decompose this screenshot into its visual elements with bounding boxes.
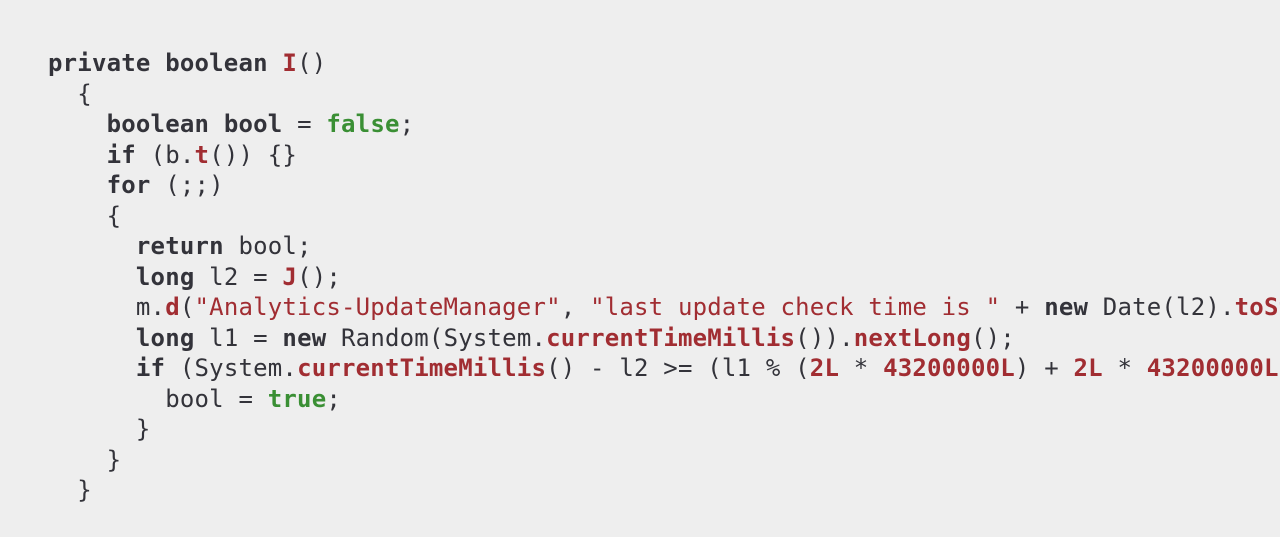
code-token: 43200000L — [883, 354, 1015, 382]
code-token: ()). — [795, 324, 854, 352]
code-token: boolean — [107, 110, 210, 138]
code-token: bool = — [48, 385, 268, 413]
code-token: + — [1000, 293, 1044, 321]
code-token: = — [282, 110, 326, 138]
code-token: { — [48, 80, 92, 108]
code-token: toStrin — [1235, 293, 1280, 321]
code-token: { — [48, 202, 121, 230]
code-token — [48, 354, 136, 382]
code-token: bool; — [224, 232, 312, 260]
code-token: ; — [400, 110, 415, 138]
code-token — [48, 324, 136, 352]
code-token: boolean — [165, 49, 268, 77]
code-token: return — [136, 232, 224, 260]
code-token: Date(l2). — [1088, 293, 1235, 321]
code-token — [48, 110, 107, 138]
code-token: false — [326, 110, 399, 138]
code-token: m. — [48, 293, 165, 321]
code-token: (;;) — [151, 171, 224, 199]
code-token: "last update check time is " — [590, 293, 1000, 321]
code-token: l1 = — [195, 324, 283, 352]
code-token: ) + — [1015, 354, 1074, 382]
code-token: * — [1103, 354, 1147, 382]
code-token: bool — [224, 110, 283, 138]
code-token: for — [107, 171, 151, 199]
code-token: () - l2 >= (l1 % ( — [546, 354, 810, 382]
code-token: long — [136, 324, 195, 352]
code-token: (); — [971, 324, 1015, 352]
code-token — [268, 49, 283, 77]
code-token: long — [136, 263, 195, 291]
code-token — [209, 110, 224, 138]
code-token — [48, 171, 107, 199]
code-token: private — [48, 49, 151, 77]
code-token — [48, 232, 136, 260]
code-token: new — [1044, 293, 1088, 321]
code-token: if — [107, 141, 136, 169]
code-token: "Analytics-UpdateManager" — [195, 293, 561, 321]
code-token: if — [136, 354, 165, 382]
code-token: * — [839, 354, 883, 382]
code-token: (System. — [165, 354, 297, 382]
code-token: (b. — [136, 141, 195, 169]
code-token: , — [561, 293, 590, 321]
code-token: ()) {} — [209, 141, 297, 169]
code-token: l2 = — [195, 263, 283, 291]
code-token: 43200000L — [1147, 354, 1279, 382]
code-token: I — [282, 49, 297, 77]
code-token: d — [165, 293, 180, 321]
code-token: J — [282, 263, 297, 291]
code-token: } — [48, 446, 121, 474]
code-token: ; — [326, 385, 341, 413]
code-token — [48, 141, 107, 169]
code-token: () — [297, 49, 326, 77]
code-token: Random(System. — [326, 324, 546, 352]
code-token: true — [268, 385, 327, 413]
code-token: nextLong — [854, 324, 971, 352]
code-block: private boolean I() { boolean bool = fal… — [0, 0, 1280, 506]
code-token: 2L — [1074, 354, 1103, 382]
code-token: (); — [297, 263, 341, 291]
code-token: currentTimeMillis — [546, 324, 795, 352]
code-token — [48, 263, 136, 291]
code-token: } — [48, 415, 151, 443]
code-token: t — [195, 141, 210, 169]
code-token: } — [48, 476, 92, 504]
code-token: currentTimeMillis — [297, 354, 546, 382]
code-token: new — [282, 324, 326, 352]
code-token: ( — [180, 293, 195, 321]
code-token — [151, 49, 166, 77]
code-token: 2L — [810, 354, 839, 382]
